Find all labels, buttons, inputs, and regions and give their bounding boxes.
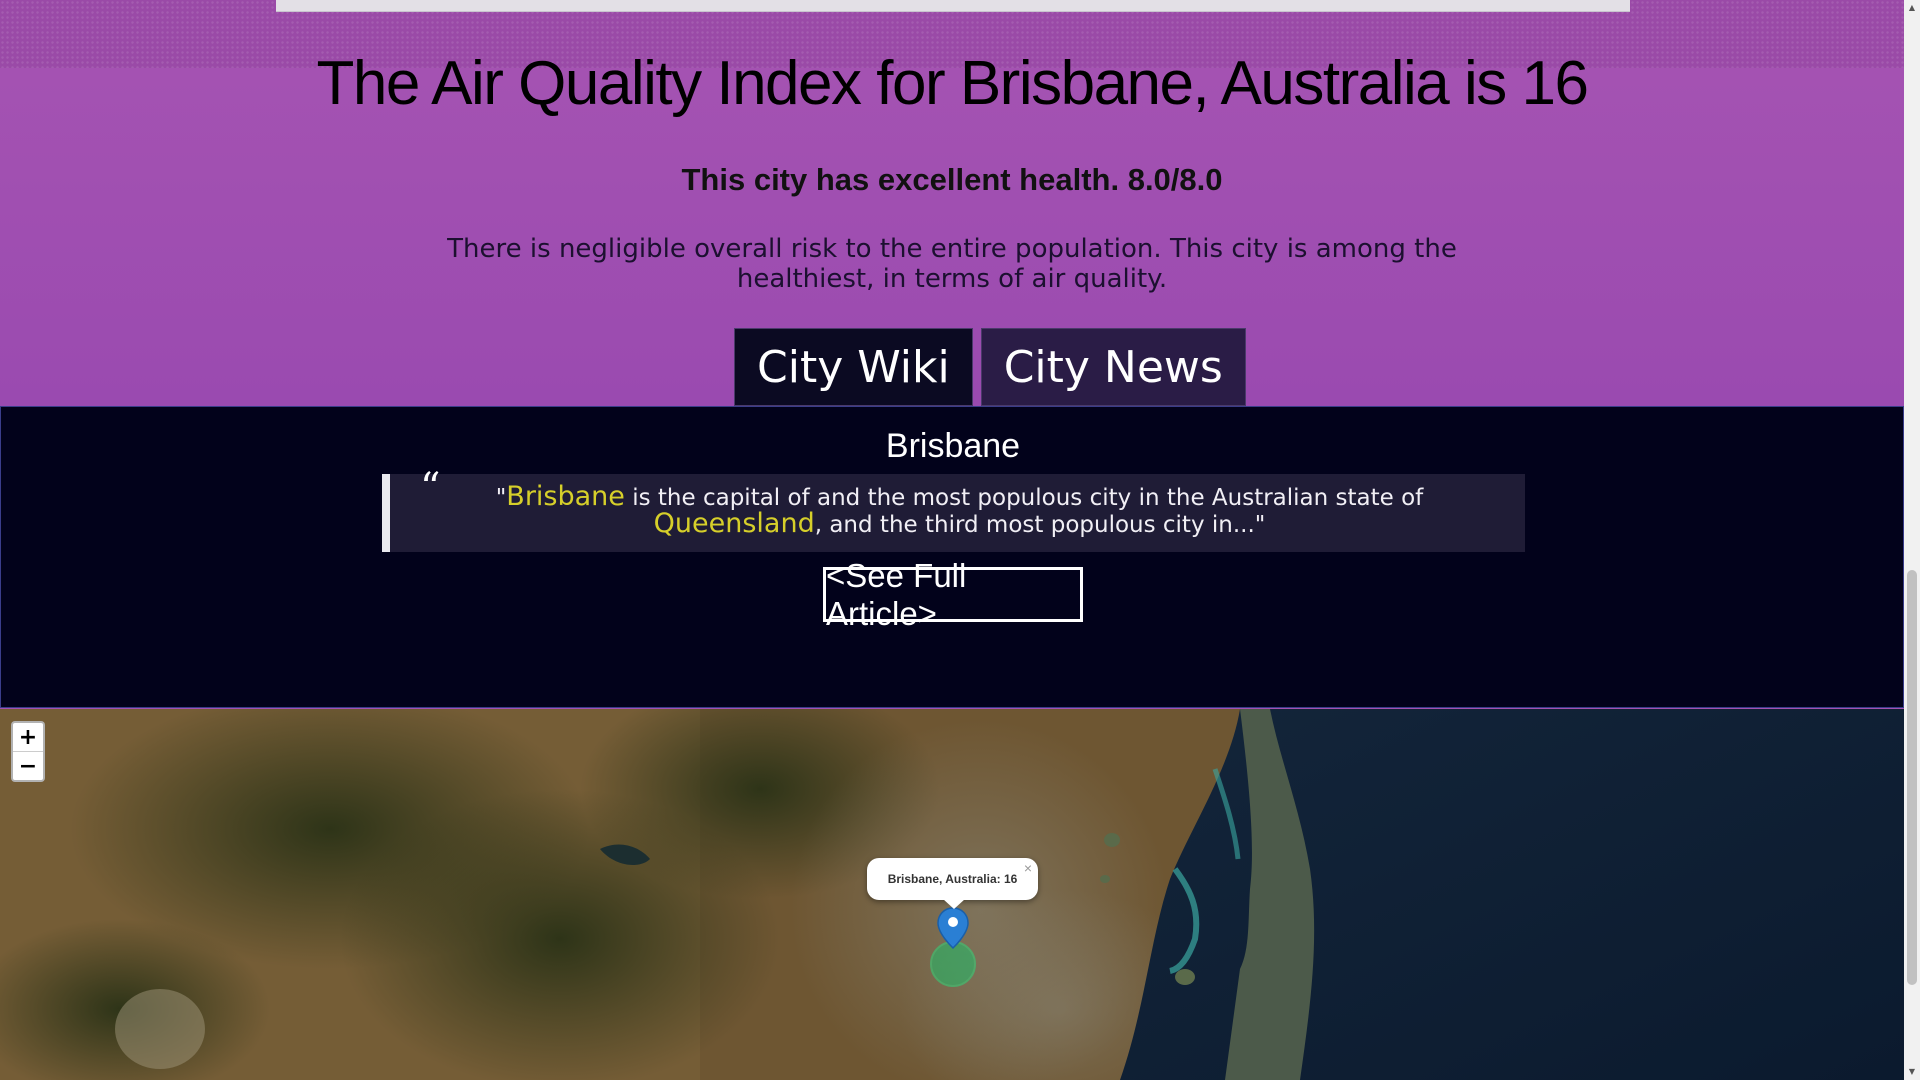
popup-label: Brisbane, Australia: 16 [887,872,1018,886]
close-icon[interactable]: × [1024,860,1032,876]
zoom-in-button[interactable]: + [13,723,43,751]
wiki-panel: Brisbane “ "Brisbane is the capital of a… [0,406,1904,708]
risk-description: There is negligible overall risk to the … [447,234,1457,294]
popup-tip [943,899,965,909]
tab-city-news[interactable]: City News [980,328,1246,406]
wiki-heading: Brisbane [885,427,1021,465]
tab-bar: City Wiki City News [734,328,1246,406]
link-queensland[interactable]: Queensland [654,508,815,539]
wiki-quote: “ "Brisbane is the capital of and the mo… [382,465,1525,552]
see-full-article-button[interactable]: <See Full Article> [823,557,1083,632]
quote-mark-icon: “ [420,465,441,511]
page-title: The Air Quality Index for Brisbane, Aust… [316,49,1589,118]
map-popup: Brisbane, Australia: 16 × [867,858,1038,900]
scroll-down-icon[interactable]: ▼ [1907,1066,1917,1078]
quote-prefix: " [495,485,507,511]
scroll-up-icon[interactable]: ▲ [1907,2,1917,14]
link-brisbane[interactable]: Brisbane [506,481,625,512]
page-scrollbar[interactable]: ▲ ▼ [1904,0,1920,1080]
quote-text-2: , and the third most populous city in...… [814,512,1266,538]
tab-city-wiki[interactable]: City Wiki [734,328,973,406]
top-search-bar[interactable] [276,0,1630,12]
zoom-out-button[interactable]: − [13,751,43,780]
location-pin-icon[interactable] [925,904,981,990]
zoom-control: + − [11,721,45,782]
satellite-map[interactable]: + − Brisbane, Australia: 16 × [0,709,1904,1080]
health-rating: This city has excellent health. 8.0/8.0 [681,162,1223,197]
scrollbar-thumb[interactable] [1907,570,1917,985]
